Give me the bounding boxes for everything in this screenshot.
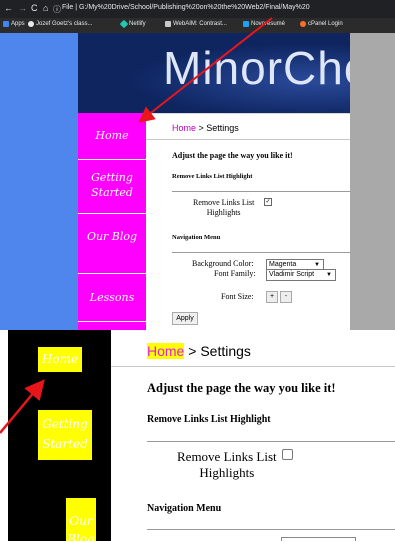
- annotation-arrow-top: [138, 17, 273, 123]
- annotation-arrow-bottom: [0, 379, 45, 434]
- annotation-arrows: [0, 17, 273, 434]
